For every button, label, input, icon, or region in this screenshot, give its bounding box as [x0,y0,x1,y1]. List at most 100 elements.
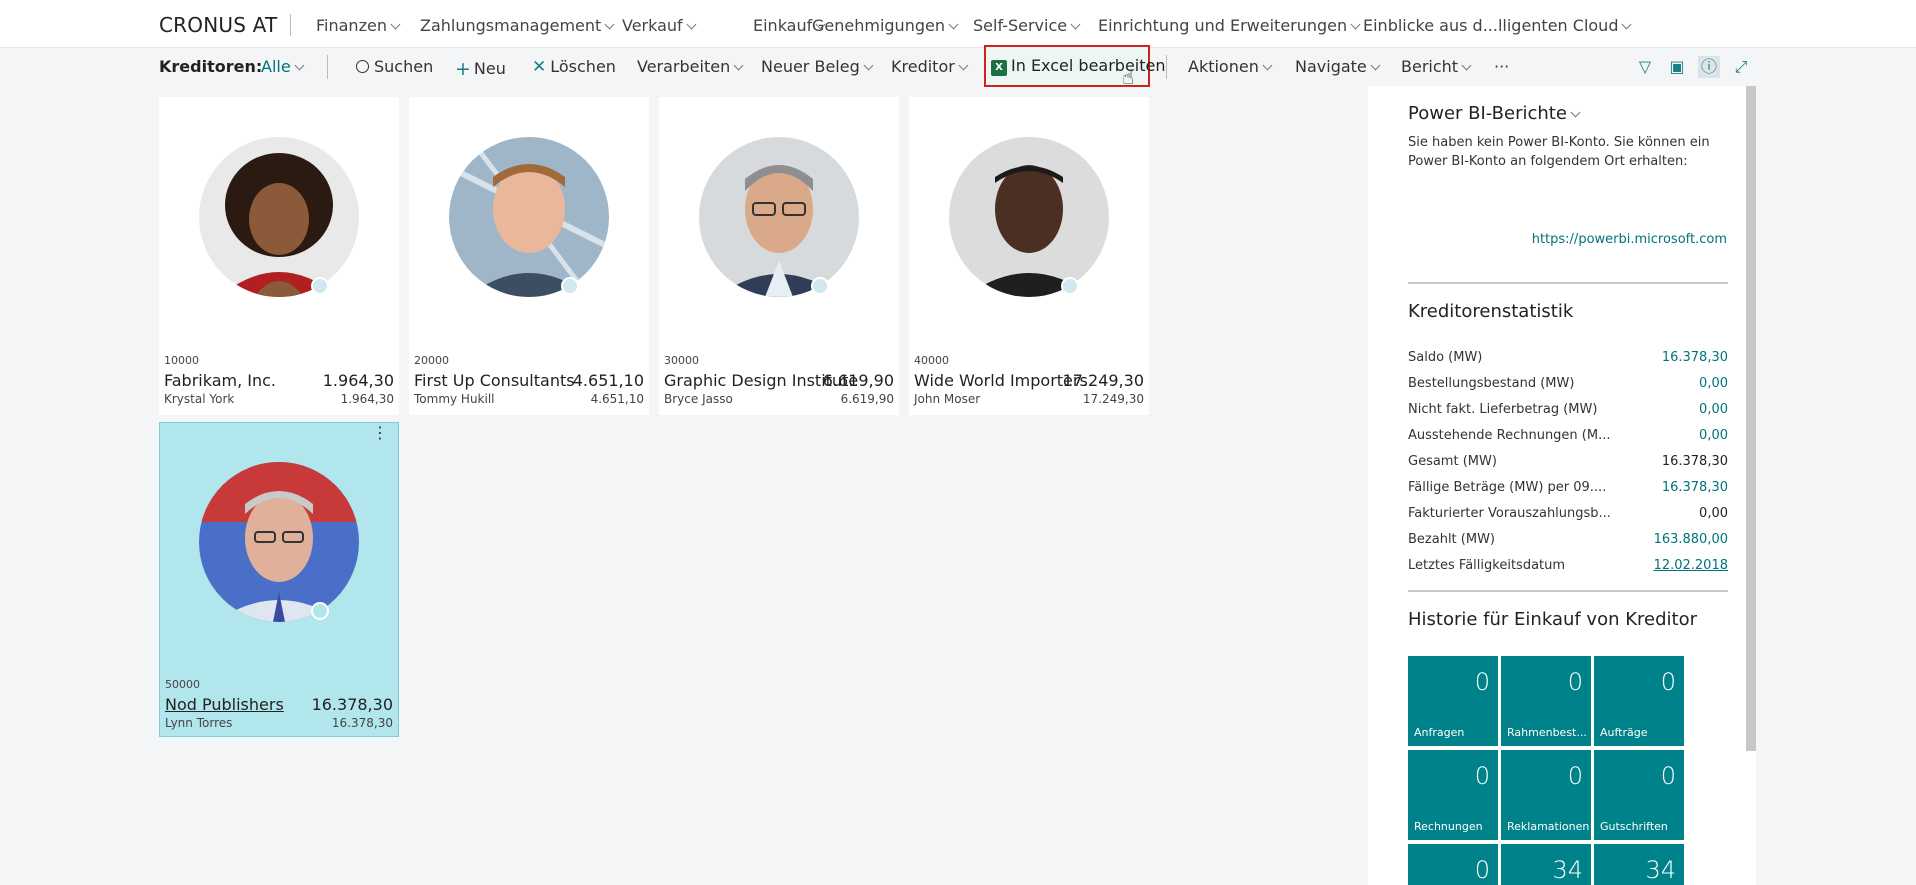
vendor-name[interactable]: Fabrikam, Inc. [164,371,276,390]
company-name[interactable]: CRONUS AT [159,13,277,37]
vendor-number: 30000 [664,354,699,367]
nav-genehmigungen[interactable]: Genehmigungen [812,16,959,35]
stat-value[interactable]: 12.02.2018 [1654,558,1728,573]
vendor-name[interactable]: Nod Publishers [165,695,284,714]
stat-label: Letztes Fälligkeitsdatum [1408,558,1566,573]
vendor-contact: Bryce Jasso [664,392,733,406]
edit-in-excel-label: In Excel bearbeiten [1011,56,1166,75]
action-separator [1166,55,1167,79]
stat-value[interactable]: 16.378,30 [1662,350,1728,365]
chevron-down-icon [1622,19,1632,30]
nav-zahlungsmanagement[interactable]: Zahlungsmanagement [420,16,615,35]
history-tile[interactable]: 0 Aufträge [1594,656,1684,746]
stat-value[interactable]: 0,00 [1699,428,1728,443]
report-menu[interactable]: Bericht [1401,57,1472,76]
history-tile[interactable]: 0 Anfragen [1408,656,1498,746]
history-tile[interactable]: 0 [1408,844,1498,885]
status-indicator [811,277,829,295]
vendor-balance: 16.378,30 [311,695,393,714]
stat-label: Nicht fakt. Lieferbetrag (MW) [1408,402,1598,417]
brand-separator [290,14,291,36]
vendor-card[interactable]: 40000 Wide World Importers 17.249,30 Joh… [909,97,1149,415]
nav-einrichtung[interactable]: Einrichtung und Erweiterungen [1098,16,1361,35]
info-icon[interactable]: ⓘ [1698,56,1720,78]
vendor-menu[interactable]: Kreditor [891,57,969,76]
stat-value[interactable]: 0,00 [1699,376,1728,391]
filter-icon[interactable]: ▽ [1634,56,1656,78]
status-indicator [311,602,329,620]
plus-icon: + [455,58,471,80]
stat-value[interactable]: 0,00 [1699,402,1728,417]
status-indicator [561,277,579,295]
vendor-name[interactable]: First Up Consultants [414,371,575,390]
nav-label: Einblicke aus d...lligenten Cloud [1363,16,1619,35]
action-separator [327,55,328,79]
history-tile[interactable]: 34 [1594,844,1684,885]
search-icon [356,60,369,73]
view-filter-dropdown[interactable]: Alle [261,57,305,76]
history-tile[interactable]: 0 Rahmenbest... [1501,656,1591,746]
process-menu[interactable]: Verarbeiten [637,57,744,76]
nav-einblicke[interactable]: Einblicke aus d...lligenten Cloud [1363,16,1632,35]
chevron-down-icon [958,60,969,71]
new-document-menu[interactable]: Neuer Beleg [761,57,874,76]
powerbi-link[interactable]: https://powerbi.microsoft.com [1532,232,1727,247]
stat-row: Saldo (MW) 16.378,30 [1408,350,1728,376]
section-divider [1408,590,1728,592]
vendor-balance-secondary: 17.249,30 [1082,392,1144,406]
nav-self-service[interactable]: Self-Service [973,16,1081,35]
action-bar: Kreditoren: Alle Suchen + Neu ✕ Löschen Ve… [0,49,1916,86]
chevron-down-icon [686,19,697,30]
search-button[interactable]: Suchen [356,57,433,76]
history-tile[interactable]: 0 Reklamationen [1501,750,1591,840]
tile-count: 0 [1474,668,1490,696]
edit-in-excel-button[interactable]: X In Excel bearbeiten ☝ [984,45,1166,89]
top-navigation: CRONUS AT Finanzen Zahlungsmanagement Ve… [0,0,1916,48]
vendor-contact: Tommy Hukill [414,392,495,406]
factbox-scrollbar[interactable] [1746,86,1756,751]
history-tile[interactable]: 0 Rechnungen [1408,750,1498,840]
close-icon: ✕ [532,57,547,77]
actions-label: Aktionen [1188,57,1259,76]
stat-row: Fakturierter Vorauszahlungsb... 0,00 [1408,506,1728,532]
vendor-card-selected[interactable]: ⋮ 50000 Nod Publishers 16.378,30 Lynn To… [159,422,399,737]
tile-label: Gutschriften [1600,820,1668,833]
avatar-image [449,137,609,297]
tile-label: Reklamationen [1507,820,1590,833]
vendor-card[interactable]: 10000 Fabrikam, Inc. 1.964,30 Krystal Yo… [159,97,399,415]
vendor-card[interactable]: 30000 Graphic Design Institute 6.619,90 … [659,97,899,415]
expand-icon[interactable]: ⤢ [1730,56,1752,78]
actions-menu[interactable]: Aktionen [1188,57,1273,76]
layout-icon[interactable]: ▣ [1666,56,1688,78]
tile-count: 0 [1567,668,1583,696]
new-button[interactable]: + Neu [455,57,506,80]
more-options-button[interactable]: ··· [1494,57,1509,76]
history-tile[interactable]: 0 Gutschriften [1594,750,1684,840]
nav-finanzen[interactable]: Finanzen [316,16,401,35]
purchase-history-title: Historie für Einkauf von Kreditor [1408,609,1698,630]
section-divider [1408,282,1728,284]
tile-count: 0 [1474,856,1490,884]
more-vertical-icon[interactable]: ⋮ [372,425,388,441]
nav-label: Einrichtung und Erweiterungen [1098,16,1348,35]
navigate-label: Navigate [1295,57,1367,76]
powerbi-title[interactable]: Power BI-Berichte [1408,103,1581,124]
tile-count: 34 [1552,856,1583,884]
nav-verkauf[interactable]: Verkauf [622,16,697,35]
avatar-image [949,137,1109,297]
vendor-number: 50000 [165,678,200,691]
vendor-contact: Lynn Torres [165,716,233,730]
tile-label: Anfragen [1414,726,1465,739]
stat-value[interactable]: 163.880,00 [1654,532,1728,547]
stat-label: Gesamt (MW) [1408,454,1497,469]
vendor-balance-secondary: 1.964,30 [340,392,394,406]
vendor-card[interactable]: 20000 First Up Consultants 4.651,10 Tomm… [409,97,649,415]
history-tile[interactable]: 34 [1501,844,1591,885]
stat-row: Fällige Beträge (MW) per 09.... 16.378,30 [1408,480,1728,506]
delete-button[interactable]: ✕ Löschen [532,57,616,77]
chevron-down-icon [1262,60,1273,71]
vendor-label: Kreditor [891,57,955,76]
navigate-menu[interactable]: Navigate [1295,57,1381,76]
stat-value[interactable]: 16.378,30 [1662,480,1728,495]
stat-label: Bestellungsbestand (MW) [1408,376,1575,391]
